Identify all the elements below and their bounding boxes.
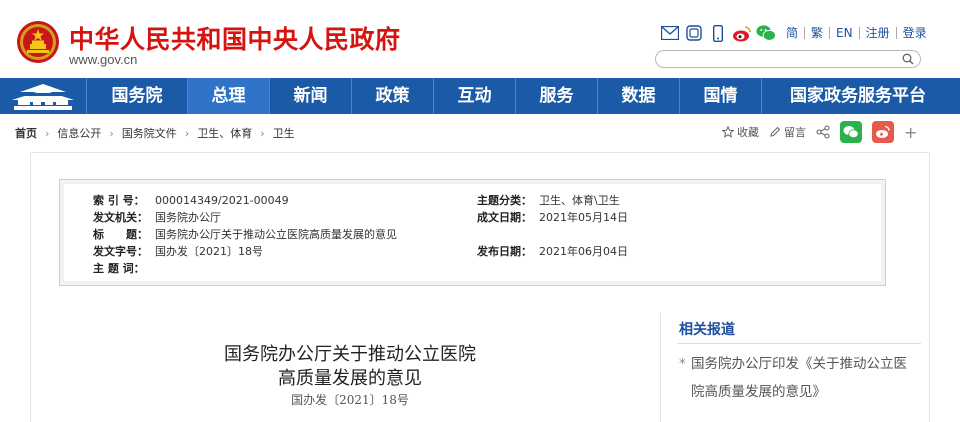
- meta-docno: 发文字号： 国办发〔2021〕18号: [93, 243, 263, 259]
- meta-title-value: 国务院办公厅关于推动公立医院高质量发展的意见: [155, 228, 397, 241]
- favorite-label: 收藏: [737, 126, 759, 139]
- lang-traditional-link[interactable]: 繁: [804, 27, 829, 39]
- nav-item-interaction[interactable]: 互动: [433, 78, 515, 114]
- nav-item-gov-service-platform[interactable]: 国家政务服务平台: [761, 78, 954, 114]
- meta-keywords-label: 主 题 词：: [93, 262, 145, 275]
- share-wechat-button[interactable]: [840, 121, 862, 143]
- nav-item-national-info[interactable]: 国情: [679, 78, 761, 114]
- site-url[interactable]: www.gov.cn: [69, 52, 137, 67]
- weibo-icon[interactable]: [732, 23, 752, 43]
- more-share-button[interactable]: +: [904, 123, 917, 142]
- weibo-icon: [876, 125, 890, 138]
- top-tools: 简 繁 EN 注册 登录: [660, 22, 933, 44]
- related-divider: [677, 343, 921, 344]
- register-link[interactable]: 注册: [858, 27, 896, 39]
- document-title-line1: 国务院办公厅关于推动公立医院: [224, 344, 476, 365]
- meta-category-value: 卫生、体育\卫生: [539, 194, 620, 207]
- breadcrumb-separator: ›: [109, 126, 114, 140]
- main-nav: 国务院 总理 新闻 政策 互动 服务 数据 国情 国家政务服务平台: [0, 78, 960, 114]
- meta-keywords: 主 题 词：: [93, 260, 155, 276]
- mail-icon[interactable]: [660, 23, 680, 43]
- site-header: 中华人民共和国中央人民政府 www.gov.cn 简 繁 EN 注册 登录: [0, 0, 960, 78]
- search-input[interactable]: [655, 50, 921, 68]
- mobile-icon[interactable]: [708, 23, 728, 43]
- meta-published-label: 发布日期：: [477, 245, 532, 258]
- breadcrumb: 首页 › 信息公开 › 国务院文件 › 卫生、体育 › 卫生: [15, 125, 295, 141]
- share-button[interactable]: [816, 125, 830, 139]
- app-icon[interactable]: [684, 23, 704, 43]
- document-metadata: 索 引 号： 000014349/2021-00049 发文机关： 国务院办公厅 标…: [59, 179, 886, 286]
- lang-simplified-link[interactable]: 简: [784, 27, 804, 39]
- bullet-icon: *: [679, 356, 686, 372]
- meta-docno-value: 国办发〔2021〕18号: [155, 245, 263, 258]
- nav-item-state-council[interactable]: 国务院: [86, 78, 187, 114]
- comment-label: 留言: [784, 126, 806, 139]
- favorite-button[interactable]: 收藏: [722, 124, 759, 140]
- meta-written-date: 成文日期： 2021年05月14日: [477, 209, 628, 225]
- tiananmen-icon[interactable]: [0, 78, 86, 114]
- related-reports: 相关报道 * 国务院办公厅印发《关于推动公立医院高质量发展的意见》: [660, 313, 921, 422]
- meta-written-value: 2021年05月14日: [539, 211, 628, 224]
- national-emblem-icon[interactable]: [16, 20, 60, 64]
- meta-org-value: 国务院办公厅: [155, 211, 221, 224]
- wechat-icon: [843, 126, 859, 139]
- star-icon: [722, 126, 734, 138]
- meta-written-label: 成文日期：: [477, 211, 532, 224]
- document-title-line2: 高质量发展的意见: [278, 368, 422, 389]
- document-number: 国办发〔2021〕18号: [291, 393, 409, 407]
- breadcrumb-separator: ›: [184, 126, 190, 140]
- breadcrumb-state-council-docs[interactable]: 国务院文件: [122, 125, 177, 141]
- breadcrumb-health[interactable]: 卫生: [273, 125, 295, 141]
- meta-docno-label: 发文字号：: [93, 245, 148, 258]
- nav-item-news[interactable]: 新闻: [269, 78, 351, 114]
- search-icon[interactable]: [902, 53, 914, 65]
- share-icon: [816, 125, 830, 139]
- breadcrumb-home[interactable]: 首页: [15, 125, 37, 141]
- meta-published-value: 2021年06月04日: [539, 245, 628, 258]
- related-item-link[interactable]: 国务院办公厅印发《关于推动公立医院高质量发展的意见》: [679, 350, 909, 406]
- pencil-icon: [770, 126, 781, 137]
- meta-org: 发文机关： 国务院办公厅: [93, 209, 221, 225]
- share-tools: 收藏 留言 +: [722, 120, 917, 144]
- meta-index-label: 索 引 号：: [93, 194, 145, 207]
- meta-index-value: 000014349/2021-00049: [155, 194, 289, 207]
- meta-index: 索 引 号： 000014349/2021-00049: [93, 192, 289, 208]
- nav-item-policy[interactable]: 政策: [351, 78, 433, 114]
- meta-org-label: 发文机关：: [93, 211, 148, 224]
- breadcrumb-separator: ›: [260, 126, 265, 140]
- breadcrumb-health-sports[interactable]: 卫生、体育: [197, 125, 252, 141]
- related-reports-title: 相关报道: [679, 322, 735, 338]
- comment-button[interactable]: 留言: [769, 124, 806, 140]
- meta-published-date: 发布日期： 2021年06月04日: [477, 243, 628, 259]
- related-item[interactable]: * 国务院办公厅印发《关于推动公立医院高质量发展的意见》: [679, 350, 909, 406]
- login-link[interactable]: 登录: [895, 27, 933, 39]
- breadcrumb-separator: ›: [45, 126, 50, 140]
- nav-item-services[interactable]: 服务: [515, 78, 597, 114]
- site-title[interactable]: 中华人民共和国中央人民政府: [69, 20, 401, 56]
- nav-item-data[interactable]: 数据: [597, 78, 679, 114]
- lang-english-link[interactable]: EN: [829, 27, 859, 39]
- nav-item-premier[interactable]: 总理: [187, 78, 269, 114]
- breadcrumb-info-public[interactable]: 信息公开: [57, 125, 101, 141]
- meta-title: 标 题： 国务院办公厅关于推动公立医院高质量发展的意见: [93, 226, 397, 242]
- nav-items: 国务院 总理 新闻 政策 互动 服务 数据 国情 国家政务服务平台: [86, 78, 954, 114]
- meta-category: 主题分类： 卫生、体育\卫生: [477, 192, 620, 208]
- share-weibo-button[interactable]: [872, 121, 894, 143]
- meta-category-label: 主题分类：: [477, 194, 532, 207]
- wechat-icon[interactable]: [756, 23, 776, 43]
- meta-title-label: 标 题：: [93, 228, 148, 241]
